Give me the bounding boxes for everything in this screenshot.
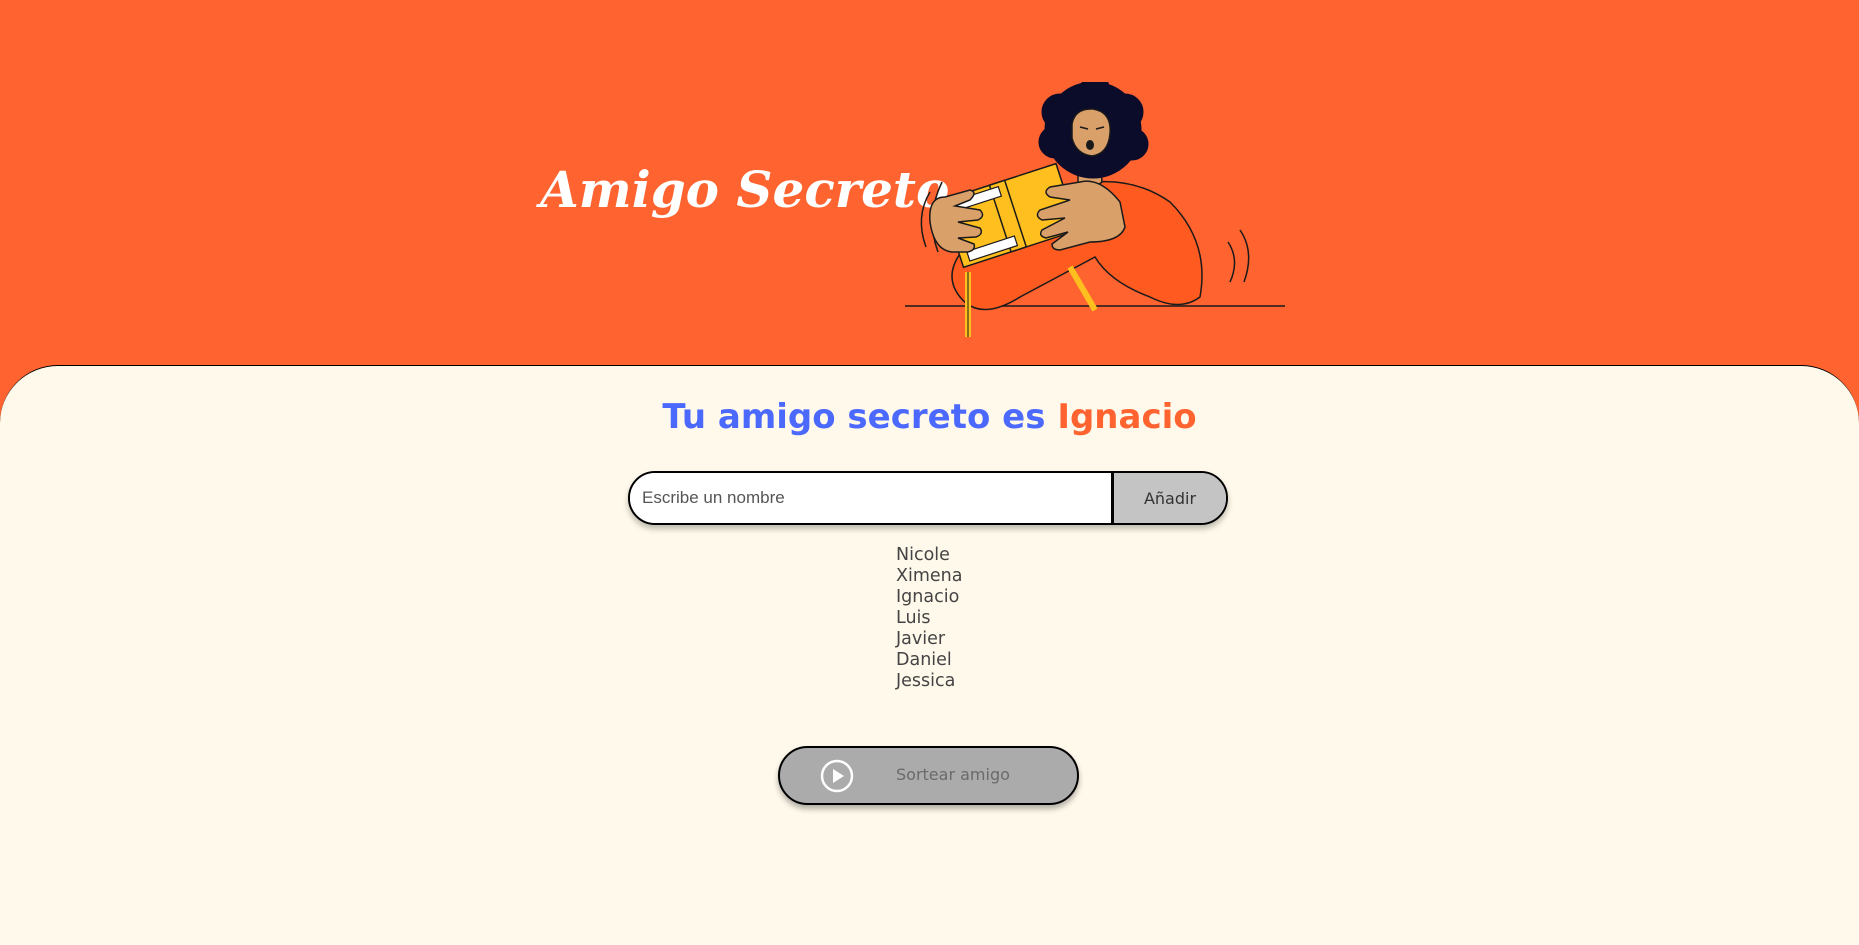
- add-friend-form: Añadir: [628, 471, 1228, 525]
- add-button[interactable]: Añadir: [1114, 473, 1226, 523]
- list-item: Ignacio: [896, 587, 960, 607]
- list-item: Luis: [896, 608, 931, 628]
- list-item: Javier: [896, 629, 946, 649]
- list-item: Nicole: [896, 545, 950, 565]
- main-content: Tu amigo secreto es Ignacio Añadir Nicol…: [0, 365, 1859, 945]
- person-with-gift-icon: [905, 82, 1285, 337]
- result-heading: Tu amigo secreto es Ignacio: [0, 397, 1859, 437]
- page-title: Amigo Secreto: [540, 160, 950, 219]
- result-prefix: Tu amigo secreto es: [662, 397, 1046, 437]
- draw-friend-button[interactable]: Sortear amigo: [778, 746, 1079, 805]
- friends-list: Nicole Ximena Ignacio Luis Javier Daniel…: [896, 545, 962, 692]
- name-input[interactable]: [630, 473, 1114, 523]
- list-item: Ximena: [896, 566, 963, 586]
- header-banner: Amigo Secreto: [0, 0, 1859, 365]
- list-item: Jessica: [896, 671, 956, 691]
- result-winner: Ignacio: [1057, 397, 1197, 437]
- list-item: Daniel: [896, 650, 952, 670]
- play-circle-icon: [820, 759, 854, 793]
- draw-button-label: Sortear amigo: [896, 765, 1010, 784]
